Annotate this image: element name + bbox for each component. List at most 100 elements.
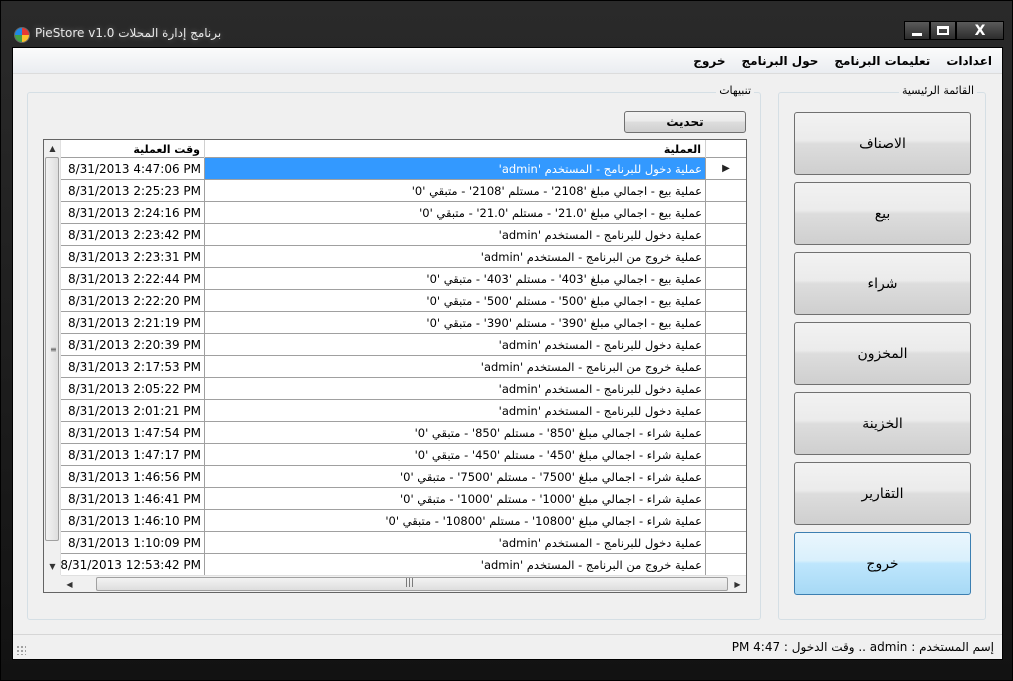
resize-grip-icon[interactable] [16,645,26,655]
cell-time[interactable]: 8/31/2013 2:05:22 PM [61,378,205,399]
cell-time[interactable]: 8/31/2013 1:10:09 PM [61,532,205,553]
cell-time[interactable]: 8/31/2013 1:47:54 PM [61,422,205,443]
table-row[interactable]: 8/31/2013 1:46:56 PM عملية شراء - اجمالي … [61,466,746,488]
horizontal-scroll-thumb[interactable]: ||| [96,577,728,591]
row-header[interactable] [706,510,746,531]
column-header-time[interactable]: وقت العملية [61,140,205,158]
table-row[interactable]: 8/31/2013 2:17:53 PM عملية خروج من البرنا… [61,356,746,378]
cell-operation[interactable]: عملية بيع - اجمالي مبلغ '2108' - مستلم '… [205,180,706,201]
menu-help[interactable]: تعليمات البرنامج [826,54,938,68]
close-button[interactable]: X [956,21,1004,40]
table-row[interactable]: 8/31/2013 2:23:31 PM عملية خروج من البرنا… [61,246,746,268]
table-row[interactable]: 8/31/2013 1:47:54 PM عملية شراء - اجمالي … [61,422,746,444]
row-header[interactable] [706,312,746,333]
cell-operation[interactable]: عملية بيع - اجمالي مبلغ '403' - مستلم '4… [205,268,706,289]
row-header[interactable] [706,224,746,245]
horizontal-scrollbar[interactable]: ◀ ||| ▶ [61,575,746,592]
row-header[interactable] [706,290,746,311]
cell-operation[interactable]: عملية شراء - اجمالي مبلغ '10800' - مستلم… [205,510,706,531]
row-header[interactable] [706,378,746,399]
row-header[interactable] [706,334,746,355]
cell-time[interactable]: 8/31/2013 1:47:17 PM [61,444,205,465]
menu-exit[interactable]: خروج [685,54,733,68]
cell-operation[interactable]: عملية خروج من البرنامج - المستخدم 'admin… [205,246,706,267]
cell-time[interactable]: 8/31/2013 2:23:42 PM [61,224,205,245]
vertical-scroll-thumb[interactable]: ≡ [45,157,59,541]
menu-settings[interactable]: اعدادات [938,54,1000,68]
minimize-button[interactable] [904,21,930,40]
row-header[interactable] [706,554,746,575]
table-row[interactable]: 8/31/2013 1:10:09 PM عملية دخول للبرنامج … [61,532,746,554]
nav-buy-button[interactable]: شراء [794,252,971,315]
row-header[interactable] [706,532,746,553]
table-row[interactable]: 8/31/2013 2:22:20 PM عملية بيع - اجمالي م… [61,290,746,312]
cell-operation[interactable]: عملية دخول للبرنامج - المستخدم 'admin' [205,378,706,399]
table-row[interactable]: 8/31/2013 1:46:41 PM عملية شراء - اجمالي … [61,488,746,510]
cell-time[interactable]: 8/31/2013 2:20:39 PM [61,334,205,355]
table-row[interactable]: 8/31/2013 4:47:06 PM عملية دخول للبرنامج … [61,158,746,180]
cell-operation[interactable]: عملية خروج من البرنامج - المستخدم 'admin… [205,554,706,575]
cell-time[interactable]: 8/31/2013 2:01:21 PM [61,400,205,421]
column-header-operation[interactable]: العملية [205,140,706,158]
table-row[interactable]: 8/31/2013 12:53:42 PM عملية خروج من البرن… [61,554,746,576]
cell-operation[interactable]: عملية دخول للبرنامج - المستخدم 'admin' [205,334,706,355]
table-row[interactable]: 8/31/2013 2:22:44 PM عملية بيع - اجمالي م… [61,268,746,290]
nav-reports-button[interactable]: التقارير [794,462,971,525]
nav-exit-button[interactable]: خروج [794,532,971,595]
cell-time[interactable]: 8/31/2013 2:21:19 PM [61,312,205,333]
cell-operation[interactable]: عملية دخول للبرنامج - المستخدم 'admin' [205,400,706,421]
cell-time[interactable]: 8/31/2013 2:17:53 PM [61,356,205,377]
cell-operation[interactable]: عملية دخول للبرنامج - المستخدم 'admin' [205,532,706,553]
menu-about[interactable]: حول البرنامج [734,54,827,68]
cell-time[interactable]: 8/31/2013 2:22:20 PM [61,290,205,311]
table-row[interactable]: 8/31/2013 2:01:21 PM عملية دخول للبرنامج … [61,400,746,422]
scroll-down-icon[interactable]: ▼ [44,558,61,575]
table-row[interactable]: 8/31/2013 2:25:23 PM عملية بيع - اجمالي م… [61,180,746,202]
cell-operation[interactable]: عملية شراء - اجمالي مبلغ '850' - مستلم '… [205,422,706,443]
row-header[interactable] [706,268,746,289]
row-header[interactable]: ▶ [706,158,746,179]
operations-grid[interactable]: ▲ ≡ ▼ وقت العملية العملية 8/31/2013 4:47… [43,139,747,593]
title-bar[interactable]: PieStore v1.0 برنامج إدارة المحلات X [1,1,1013,45]
cell-time[interactable]: 8/31/2013 2:25:23 PM [61,180,205,201]
cell-operation[interactable]: عملية دخول للبرنامج - المستخدم 'admin' [205,224,706,245]
nav-inventory-button[interactable]: المخزون [794,322,971,385]
cell-operation[interactable]: عملية خروج من البرنامج - المستخدم 'admin… [205,356,706,377]
cell-time[interactable]: 8/31/2013 2:22:44 PM [61,268,205,289]
row-header[interactable] [706,180,746,201]
cell-operation[interactable]: عملية بيع - اجمالي مبلغ '21.0' - مستلم '… [205,202,706,223]
scroll-up-icon[interactable]: ▲ [44,140,61,157]
nav-treasury-button[interactable]: الخزينة [794,392,971,455]
cell-time[interactable]: 8/31/2013 1:46:10 PM [61,510,205,531]
cell-time[interactable]: 8/31/2013 4:47:06 PM [61,158,205,179]
cell-operation[interactable]: عملية شراء - اجمالي مبلغ '7500' - مستلم … [205,466,706,487]
row-header[interactable] [706,488,746,509]
table-row[interactable]: 8/31/2013 2:20:39 PM عملية دخول للبرنامج … [61,334,746,356]
scroll-right-icon[interactable]: ▶ [729,576,746,593]
table-row[interactable]: 8/31/2013 1:47:17 PM عملية شراء - اجمالي … [61,444,746,466]
refresh-button[interactable]: تحديث [624,111,746,133]
row-header[interactable] [706,422,746,443]
cell-operation[interactable]: عملية دخول للبرنامج - المستخدم 'admin' [205,158,706,179]
row-header[interactable] [706,202,746,223]
table-row[interactable]: 8/31/2013 2:24:16 PM عملية بيع - اجمالي م… [61,202,746,224]
cell-operation[interactable]: عملية بيع - اجمالي مبلغ '390' - مستلم '3… [205,312,706,333]
cell-time[interactable]: 8/31/2013 1:46:41 PM [61,488,205,509]
cell-time[interactable]: 8/31/2013 1:46:56 PM [61,466,205,487]
nav-sell-button[interactable]: بيع [794,182,971,245]
table-row[interactable]: 8/31/2013 2:05:22 PM عملية دخول للبرنامج … [61,378,746,400]
row-header[interactable] [706,466,746,487]
row-header[interactable] [706,246,746,267]
table-row[interactable]: 8/31/2013 1:46:10 PM عملية شراء - اجمالي … [61,510,746,532]
cell-time[interactable]: 8/31/2013 2:24:16 PM [61,202,205,223]
nav-items-button[interactable]: الاصناف [794,112,971,175]
scroll-left-icon[interactable]: ◀ [61,576,78,593]
row-header[interactable] [706,444,746,465]
cell-time[interactable]: 8/31/2013 12:53:42 PM [61,554,205,575]
row-header[interactable] [706,356,746,377]
table-row[interactable]: 8/31/2013 2:23:42 PM عملية دخول للبرنامج … [61,224,746,246]
maximize-button[interactable] [930,21,956,40]
cell-time[interactable]: 8/31/2013 2:23:31 PM [61,246,205,267]
cell-operation[interactable]: عملية بيع - اجمالي مبلغ '500' - مستلم '5… [205,290,706,311]
row-header[interactable] [706,400,746,421]
